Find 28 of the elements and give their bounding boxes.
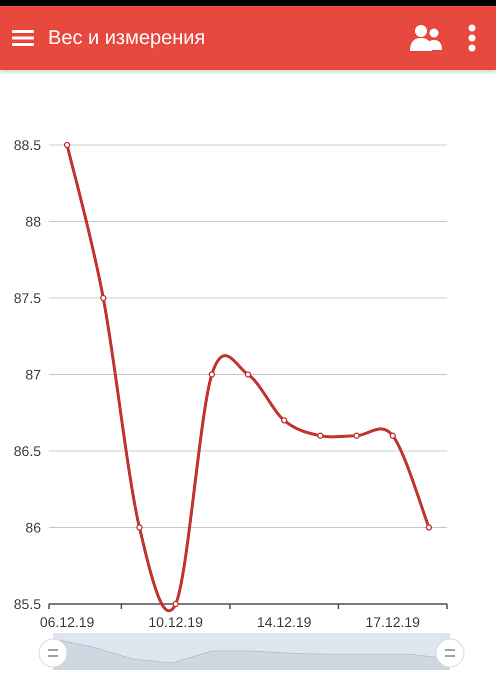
x-axis-label: 06.12.19 xyxy=(40,614,94,630)
data-point xyxy=(390,432,396,439)
y-axis-label: 87.5 xyxy=(14,290,41,306)
data-point xyxy=(353,432,360,439)
menu-icon[interactable] xyxy=(12,29,34,47)
data-point xyxy=(244,371,252,378)
y-axis-label: 86.5 xyxy=(14,443,41,459)
people-icon[interactable] xyxy=(410,24,442,52)
y-axis-label: 85.5 xyxy=(14,596,41,612)
y-axis-label: 88.5 xyxy=(14,137,41,153)
x-axis-label: 14.12.19 xyxy=(256,614,312,630)
data-point xyxy=(100,294,106,302)
more-icon[interactable] xyxy=(468,24,476,52)
data-point xyxy=(136,524,143,531)
y-axis-label: 88 xyxy=(25,214,41,230)
slider-handle[interactable] xyxy=(38,638,68,668)
data-point xyxy=(64,142,70,148)
x-axis-label: 10.12.19 xyxy=(148,614,203,630)
data-point xyxy=(317,432,324,439)
y-axis-label: 86 xyxy=(25,520,41,536)
data-point xyxy=(208,371,215,378)
data-point xyxy=(281,417,288,424)
slider-handle[interactable] xyxy=(436,638,464,668)
app-title: Вес и измерения xyxy=(48,26,206,50)
y-axis-label: 87 xyxy=(25,366,41,382)
data-point xyxy=(426,524,432,531)
data-point xyxy=(172,600,179,608)
x-axis-label: 17.12.19 xyxy=(365,614,420,630)
